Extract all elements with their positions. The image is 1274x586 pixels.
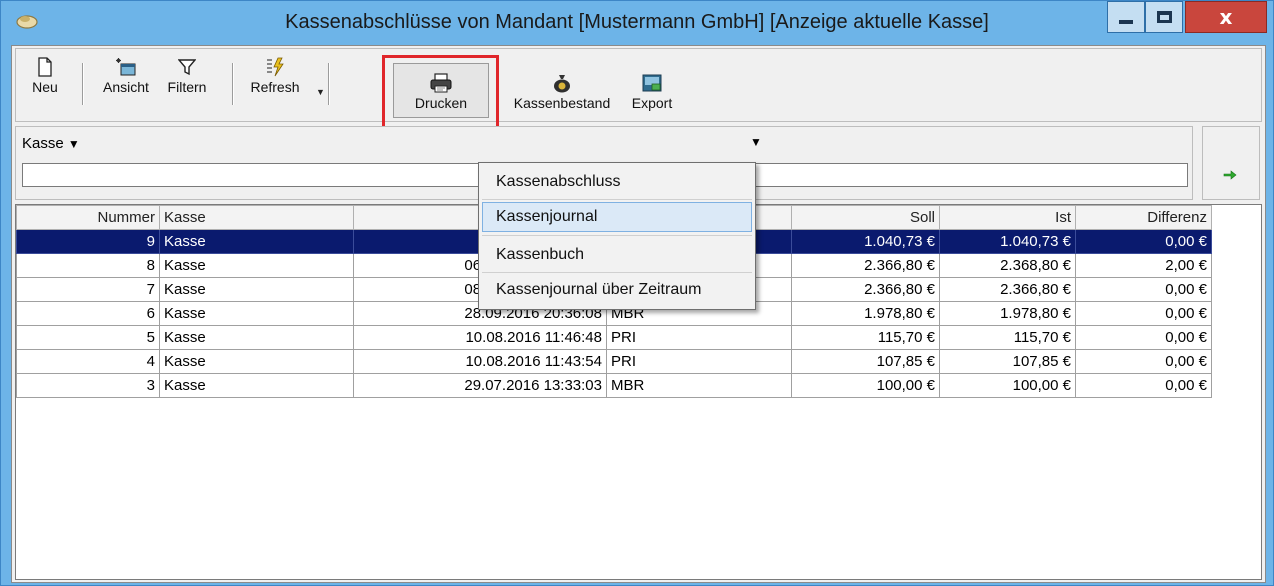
neu-button[interactable]: Neu xyxy=(24,57,66,107)
filtern-label: Filtern xyxy=(167,79,207,95)
menu-divider xyxy=(482,199,752,200)
refresh-label: Refresh xyxy=(250,79,300,95)
title-bar[interactable]: Kassenabschlüsse von Mandant [Mustermann… xyxy=(1,1,1273,43)
cell-nummer: 8 xyxy=(16,253,160,278)
kasse-dropdown-icon: ▼ xyxy=(67,137,80,151)
green-arrow-icon[interactable] xyxy=(1223,169,1237,181)
cell-benutzer: MBR xyxy=(606,373,792,398)
cell-soll: 100,00 € xyxy=(791,373,940,398)
toolbar-separator xyxy=(232,63,233,105)
column-header-differenz[interactable]: Differenz xyxy=(1075,205,1212,230)
second-filter-dropdown-icon[interactable]: ▼ xyxy=(750,135,762,149)
view-icon xyxy=(116,58,136,76)
table-row[interactable]: 5 Kasse 10.08.2016 11:46:48 PRI 115,70 €… xyxy=(16,325,1212,350)
menu-item-kassenjournal[interactable]: Kassenjournal xyxy=(482,202,752,232)
close-icon: x xyxy=(1219,5,1233,29)
cell-benutzer: PRI xyxy=(606,325,792,350)
refresh-button[interactable]: Refresh xyxy=(244,57,306,107)
drucken-highlight-box xyxy=(382,55,499,132)
refresh-dropdown-arrow-icon[interactable]: ▼ xyxy=(316,87,325,97)
export-icon xyxy=(642,74,662,92)
minimize-button[interactable] xyxy=(1107,1,1145,33)
cell-differenz: 0,00 € xyxy=(1075,277,1212,302)
cell-soll: 2.366,80 € xyxy=(791,277,940,302)
menu-divider xyxy=(482,235,752,236)
cell-differenz: 0,00 € xyxy=(1075,349,1212,374)
export-label: Export xyxy=(631,95,673,111)
window-title: Kassenabschlüsse von Mandant [Mustermann… xyxy=(285,11,989,33)
cell-soll: 107,85 € xyxy=(791,349,940,374)
filtern-button[interactable]: Filtern xyxy=(160,57,214,107)
ansicht-button[interactable]: Ansicht xyxy=(96,57,156,107)
main-window: Kassenabschlüsse von Mandant [Mustermann… xyxy=(0,0,1274,586)
cell-ist: 107,85 € xyxy=(939,349,1076,374)
refresh-lightning-icon xyxy=(267,57,284,77)
kassenbestand-label: Kassenbestand xyxy=(513,95,611,111)
minimize-icon xyxy=(1119,20,1133,24)
menu-divider xyxy=(482,272,752,273)
menu-item-kassenabschluss[interactable]: Kassenabschluss xyxy=(482,167,752,197)
cell-ist: 115,70 € xyxy=(939,325,1076,350)
column-header-nummer[interactable]: Nummer xyxy=(16,205,160,230)
cell-kasse: Kasse xyxy=(159,349,354,374)
kasse-filter-header[interactable]: Kasse ▼ xyxy=(22,135,80,152)
kassenbestand-button[interactable]: Kassenbestand xyxy=(502,73,622,123)
column-header-ist[interactable]: Ist xyxy=(939,205,1076,230)
cell-ist: 2.368,80 € xyxy=(939,253,1076,278)
cell-nummer: 9 xyxy=(16,229,160,254)
cell-differenz: 0,00 € xyxy=(1075,301,1212,326)
cell-soll: 1.040,73 € xyxy=(791,229,940,254)
cell-nummer: 3 xyxy=(16,373,160,398)
maximize-button[interactable] xyxy=(1145,1,1183,33)
cell-nummer: 7 xyxy=(16,277,160,302)
cell-kasse: Kasse xyxy=(159,229,354,254)
menu-item-kassenjournal-zeitraum[interactable]: Kassenjournal über Zeitraum xyxy=(482,275,752,305)
cell-differenz: 0,00 € xyxy=(1075,325,1212,350)
cell-differenz: 0,00 € xyxy=(1075,373,1212,398)
money-bag-icon xyxy=(554,75,570,93)
toolbar-separator xyxy=(82,63,83,105)
new-document-icon xyxy=(38,57,52,77)
cell-benutzer: PRI xyxy=(606,349,792,374)
cell-kasse: Kasse xyxy=(159,253,354,278)
menu-item-kassenbuch[interactable]: Kassenbuch xyxy=(482,240,752,270)
cell-kasse: Kasse xyxy=(159,325,354,350)
toolbar-separator xyxy=(328,63,329,105)
neu-label: Neu xyxy=(32,79,58,95)
column-header-soll[interactable]: Soll xyxy=(791,205,940,230)
column-header-kasse[interactable]: Kasse xyxy=(159,205,354,230)
table-row[interactable]: 3 Kasse 29.07.2016 13:33:03 MBR 100,00 €… xyxy=(16,373,1212,398)
close-button[interactable]: x xyxy=(1185,1,1267,33)
cell-kasse: Kasse xyxy=(159,373,354,398)
cell-datum: 10.08.2016 11:46:48 xyxy=(353,325,607,350)
cell-differenz: 2,00 € xyxy=(1075,253,1212,278)
cell-differenz: 0,00 € xyxy=(1075,229,1212,254)
cell-soll: 2.366,80 € xyxy=(791,253,940,278)
kasse-filter-label: Kasse xyxy=(22,135,64,152)
cell-datum: 29.07.2016 13:33:03 xyxy=(353,373,607,398)
cell-ist: 2.366,80 € xyxy=(939,277,1076,302)
ansicht-label: Ansicht xyxy=(103,79,149,95)
cell-nummer: 5 xyxy=(16,325,160,350)
cell-nummer: 4 xyxy=(16,349,160,374)
cell-ist: 100,00 € xyxy=(939,373,1076,398)
cell-nummer: 6 xyxy=(16,301,160,326)
table-row[interactable]: 4 Kasse 10.08.2016 11:43:54 PRI 107,85 €… xyxy=(16,349,1212,374)
cell-ist: 1.040,73 € xyxy=(939,229,1076,254)
maximize-icon xyxy=(1156,11,1172,23)
cell-soll: 115,70 € xyxy=(791,325,940,350)
apply-filter-panel xyxy=(1202,126,1260,200)
cell-kasse: Kasse xyxy=(159,277,354,302)
cell-soll: 1.978,80 € xyxy=(791,301,940,326)
client-area: Neu Ansicht Filtern Refresh ▼ Drucken Ka… xyxy=(11,45,1266,583)
filter-funnel-icon xyxy=(178,59,196,76)
print-menu: Kassenabschluss Kassenjournal Kassenbuch… xyxy=(478,162,756,310)
cell-ist: 1.978,80 € xyxy=(939,301,1076,326)
cell-kasse: Kasse xyxy=(159,301,354,326)
cell-datum: 10.08.2016 11:43:54 xyxy=(353,349,607,374)
export-button[interactable]: Export xyxy=(626,73,678,123)
